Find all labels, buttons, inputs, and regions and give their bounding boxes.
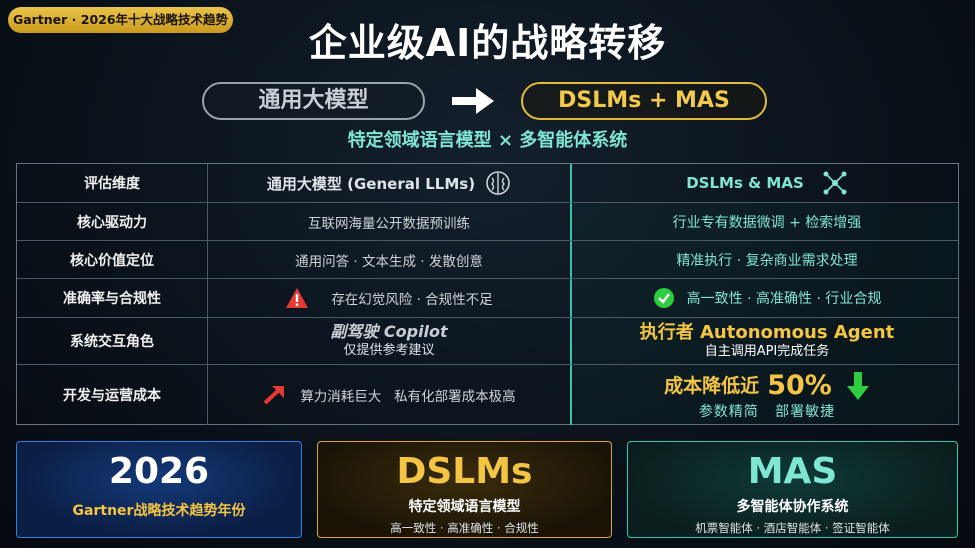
card-year: 2026 Gartner战略技术趋势年份 [16,441,302,538]
agent-desc: 自主调用API完成任务 [704,344,830,360]
cost-general-llm-text: 算力消耗巨大 私有化部署成本极高 [300,389,516,405]
row-dimension: 准确率与合规性 [17,279,208,317]
row-general-llm-value: 互联网海量公开数据预训练 [208,203,572,240]
row-general-llm-value: 通用问答 · 文本生成 · 发散创意 [208,241,572,278]
header-dimension: 评估维度 [17,164,208,202]
trend-up-icon [263,386,285,405]
card-year-value: 2026 [108,451,210,492]
header-dslms-mas: DSLMs & MAS [574,164,960,202]
card-dslms-desc: 高一致性 · 高准确性 · 合规性 [390,521,539,535]
cost-reduction-label: 成本降低近 [664,374,760,397]
comparison-table: 评估维度 通用大模型 (General LLMs) DSLMs & MAS 核心… [16,163,960,425]
row-general-llm-value: 存在幻觉风险 · 合规性不足 [208,279,572,317]
pill-dslms-mas: DSLMs + MAS [521,82,767,120]
accuracy-dslms-mas-text: 高一致性 · 高准确性 · 行业合规 [686,291,882,307]
table-row: 系统交互角色 副驾驶 Copilot 仅提供参考建议 执行者 Autonomou… [17,318,960,365]
card-dslms-label: 特定领域语言模型 [408,499,521,515]
card-mas-title: MAS [747,451,838,492]
row-dslms-mas-value: 精准执行 · 复杂商业需求处理 [574,241,960,278]
card-dslms-title: DSLMs [396,451,533,492]
row-dimension: 核心价值定位 [17,241,208,278]
arrow-right-icon [452,88,494,114]
header-general-llm: 通用大模型 (General LLMs) [208,164,572,202]
agent-label: 执行者 Autonomous Agent [639,321,895,343]
pill-general-llm: 通用大模型 [202,82,425,120]
row-dimension: 核心驱动力 [17,203,208,240]
cost-reduction-desc: 参数精简 部署敏捷 [698,404,836,421]
warning-icon [286,288,309,308]
table-row: 核心驱动力 互联网海量公开数据预训练 行业专有数据微调 + 检索增强 [17,203,960,241]
network-icon [823,171,847,195]
row-dimension: 开发与运营成本 [17,365,208,425]
cost-reduction: 成本降低近 50% [664,368,870,403]
row-dslms-mas-value: 高一致性 · 高准确性 · 行业合规 [574,279,960,317]
row-general-llm-value: 算力消耗巨大 私有化部署成本极高 [208,365,572,425]
card-year-label: Gartner战略技术趋势年份 [72,503,246,519]
card-mas-label: 多智能体协作系统 [736,499,849,515]
copilot-desc: 仅提供参考建议 [343,342,435,358]
header-dslms-mas-label: DSLMs & MAS [686,174,804,192]
table-row: 开发与运营成本 算力消耗巨大 私有化部署成本极高 成本降低近 50% 参数精简 … [17,365,960,425]
copilot-label: 副驾驶 Copilot [330,322,448,342]
card-dslms: DSLMs 特定领域语言模型 高一致性 · 高准确性 · 合规性 [317,441,612,538]
card-mas: MAS 多智能体协作系统 机票智能体 · 酒店智能体 · 签证智能体 [627,441,958,538]
row-dimension: 系统交互角色 [17,318,208,364]
cost-reduction-percent: 50% [767,370,832,402]
arrow-down-icon [846,371,869,400]
table-row: 核心价值定位 通用问答 · 文本生成 · 发散创意 精准执行 · 复杂商业需求处… [17,241,960,279]
header-general-llm-label: 通用大模型 (General LLMs) [266,174,476,193]
table-header-row: 评估维度 通用大模型 (General LLMs) DSLMs & MAS [17,164,958,203]
row-dslms-mas-value: 成本降低近 50% 参数精简 部署敏捷 [574,365,960,425]
row-dslms-mas-value: 行业专有数据微调 + 检索增强 [574,203,960,240]
check-icon [653,288,674,308]
card-mas-desc: 机票智能体 · 酒店智能体 · 签证智能体 [695,521,890,535]
accuracy-general-llm-text: 存在幻觉风险 · 合规性不足 [331,292,493,308]
row-dslms-mas-value: 执行者 Autonomous Agent 自主调用API完成任务 [574,318,960,364]
row-general-llm-value: 副驾驶 Copilot 仅提供参考建议 [208,318,572,364]
table-row: 准确率与合规性 存在幻觉风险 · 合规性不足 高一致性 · 高准确性 · 行业合… [17,279,960,318]
brain-icon [486,171,510,195]
page-title: 企业级AI的战略转移 [308,21,667,65]
subtitle: 特定领域语言模型 × 多智能体系统 [347,130,628,151]
